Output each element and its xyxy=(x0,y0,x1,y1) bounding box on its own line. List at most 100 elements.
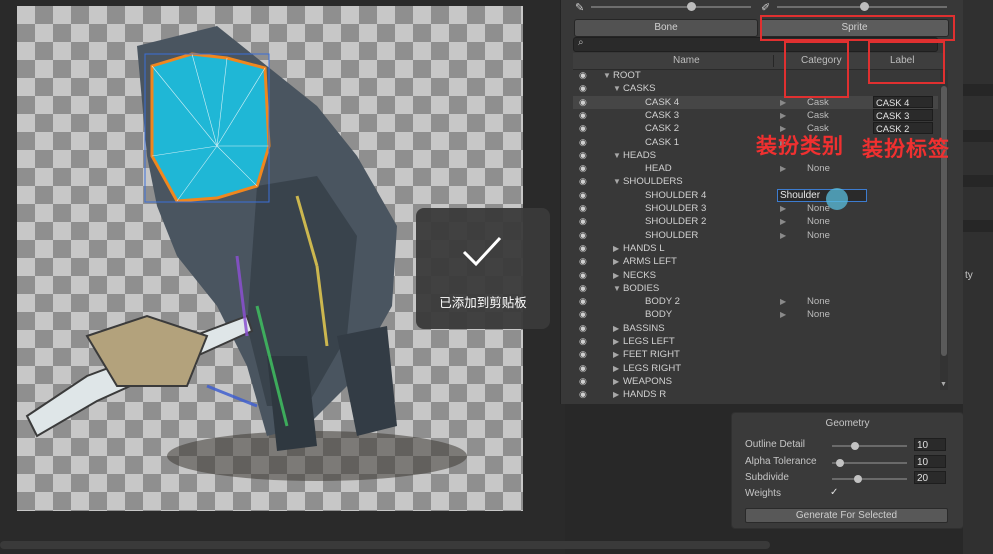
clipboard-toast: 已添加到剪贴板 xyxy=(416,208,550,329)
visibility-eye-icon[interactable]: ◉ xyxy=(579,283,591,293)
visibility-eye-icon[interactable]: ◉ xyxy=(579,97,591,107)
visibility-eye-icon[interactable]: ◉ xyxy=(579,110,591,120)
weights-checkbox[interactable]: ✓ xyxy=(830,488,840,498)
expand-arrow-icon[interactable]: ▶ xyxy=(613,255,622,268)
visibility-eye-icon[interactable]: ◉ xyxy=(579,70,591,80)
visibility-eye-icon[interactable]: ◉ xyxy=(579,137,591,147)
category-value[interactable]: None xyxy=(807,229,830,242)
tree-row[interactable]: ◉ CASK 3 ▶ Cask CASK 3 xyxy=(573,108,938,122)
visibility-eye-icon[interactable]: ◉ xyxy=(579,163,591,173)
expand-arrow-icon[interactable]: ▶ xyxy=(613,388,622,401)
visibility-eye-icon[interactable]: ◉ xyxy=(579,389,591,399)
expand-arrow-icon[interactable]: ▶ xyxy=(613,269,622,282)
tree-row[interactable]: ◉ ▶ LEGS RIGHT xyxy=(573,362,938,375)
category-dropdown-icon[interactable]: ▶ xyxy=(780,295,786,308)
collapse-arrow-icon[interactable]: ▼ xyxy=(613,175,622,188)
category-dropdown-icon[interactable]: ▶ xyxy=(780,215,786,228)
visibility-eye-icon[interactable]: ◉ xyxy=(579,123,591,133)
tree-row[interactable]: ◉ BODY 2 ▶ None xyxy=(573,295,938,308)
category-value[interactable]: None xyxy=(807,308,830,321)
tree-row[interactable]: ◉ ▶ WEAPONS xyxy=(573,375,938,388)
category-dropdown-icon[interactable]: ▶ xyxy=(780,308,786,321)
category-value[interactable]: None xyxy=(807,295,830,308)
expand-arrow-icon[interactable]: ▶ xyxy=(613,375,622,388)
column-name[interactable]: Name xyxy=(673,55,700,66)
category-value[interactable]: None xyxy=(807,215,830,228)
strip-partial-label: ty xyxy=(965,270,973,281)
tree-row[interactable]: ◉ BODY ▶ None xyxy=(573,308,938,321)
visibility-eye-icon[interactable]: ◉ xyxy=(579,176,591,186)
subdivide-knob[interactable] xyxy=(854,475,863,483)
category-dropdown-icon[interactable]: ▶ xyxy=(780,229,786,242)
tree-row[interactable]: ◉ ▼ BODIES xyxy=(573,282,938,295)
brush-size-slider[interactable] xyxy=(591,6,751,8)
horizontal-scrollbar[interactable] xyxy=(0,541,770,549)
expand-arrow-icon[interactable]: ▶ xyxy=(613,335,622,348)
tree-row[interactable]: ◉ CASK 4 ▶ Cask CASK 4 xyxy=(573,95,938,109)
category-value[interactable]: None xyxy=(807,162,830,175)
generate-for-selected-button[interactable]: Generate For Selected xyxy=(745,508,948,523)
expand-arrow-icon[interactable]: ▶ xyxy=(613,322,622,335)
scene-view[interactable]: 已添加到剪贴板 xyxy=(0,0,770,554)
label-field[interactable]: CASK 4 xyxy=(873,95,933,108)
outline-detail-slider[interactable] xyxy=(832,445,907,447)
visibility-eye-icon[interactable]: ◉ xyxy=(579,296,591,306)
visibility-eye-icon[interactable]: ◉ xyxy=(579,216,591,226)
visibility-eye-icon[interactable]: ◉ xyxy=(579,270,591,280)
tree-row[interactable]: ◉ ▼ SHOULDERS xyxy=(573,175,938,188)
tree-row[interactable]: ◉ SHOULDER ▶ None xyxy=(573,229,938,242)
tree-row[interactable]: ◉ ▼ CASKS xyxy=(573,82,938,95)
visibility-eye-icon[interactable]: ◉ xyxy=(579,309,591,319)
scroll-down-icon[interactable]: ▼ xyxy=(940,381,947,388)
category-dropdown-icon[interactable]: ▶ xyxy=(780,202,786,215)
tree-row[interactable]: ◉ ▶ FEET RIGHT xyxy=(573,348,938,361)
tree-row-name: BODY 2 xyxy=(645,296,681,308)
visibility-eye-icon[interactable]: ◉ xyxy=(579,150,591,160)
outline-detail-knob[interactable] xyxy=(850,442,859,450)
visibility-eye-icon[interactable]: ◉ xyxy=(579,323,591,333)
collapse-arrow-icon[interactable]: ▼ xyxy=(613,82,622,95)
expand-arrow-icon[interactable]: ▶ xyxy=(613,242,622,255)
subdivide-slider[interactable] xyxy=(832,478,907,480)
visibility-eye-icon[interactable]: ◉ xyxy=(579,256,591,266)
tab-bone[interactable]: Bone xyxy=(574,19,758,37)
tree-row[interactable]: ◉ ▶ HANDS L xyxy=(573,242,938,255)
brush-hardness-knob[interactable] xyxy=(860,2,869,11)
tree-row[interactable]: ◉ SHOULDER 2 ▶ None xyxy=(573,215,938,228)
subdivide-field[interactable]: 20 xyxy=(914,471,946,484)
tree-row[interactable]: ◉ SHOULDER 3 ▶ None xyxy=(573,202,938,215)
visibility-eye-icon[interactable]: ◉ xyxy=(579,230,591,240)
tree-row[interactable]: ◉ ▶ HANDS R xyxy=(573,388,938,401)
collapse-arrow-icon[interactable]: ▼ xyxy=(613,282,622,295)
category-dropdown-icon[interactable]: ▶ xyxy=(780,162,786,175)
tree-row[interactable]: ◉ ▶ LEGS LEFT xyxy=(573,335,938,348)
category-edit-field[interactable]: Shoulder xyxy=(777,189,867,202)
tree-row[interactable]: ◉ HEAD ▶ None xyxy=(573,162,938,175)
scroll-thumb[interactable] xyxy=(941,86,947,356)
label-field[interactable]: CASK 3 xyxy=(873,108,933,121)
tree-row[interactable]: ◉SHOULDER 4▶ xyxy=(573,189,938,202)
expand-arrow-icon[interactable]: ▶ xyxy=(613,348,622,361)
visibility-eye-icon[interactable]: ◉ xyxy=(579,203,591,213)
outline-detail-field[interactable]: 10 xyxy=(914,438,946,451)
collapse-arrow-icon[interactable]: ▼ xyxy=(603,69,612,82)
tree-row[interactable]: ◉ ▶ NECKS xyxy=(573,269,938,282)
visibility-eye-icon[interactable]: ◉ xyxy=(579,363,591,373)
visibility-eye-icon[interactable]: ◉ xyxy=(579,336,591,346)
vertical-scrollbar[interactable]: ▼ xyxy=(940,70,948,390)
tree-row-name: SHOULDER 3 xyxy=(645,203,707,214)
visibility-eye-icon[interactable]: ◉ xyxy=(579,83,591,93)
expand-arrow-icon[interactable]: ▶ xyxy=(613,362,622,375)
alpha-tolerance-knob[interactable] xyxy=(835,459,844,467)
tree-row[interactable]: ◉ ▶ BASSINS xyxy=(573,322,938,335)
category-dropdown-icon[interactable]: ▶ xyxy=(780,109,786,122)
collapse-arrow-icon[interactable]: ▼ xyxy=(613,149,622,162)
visibility-eye-icon[interactable]: ◉ xyxy=(579,376,591,386)
alpha-tolerance-field[interactable]: 10 xyxy=(914,455,946,468)
visibility-eye-icon[interactable]: ◉ xyxy=(579,349,591,359)
visibility-eye-icon[interactable]: ◉ xyxy=(579,190,591,200)
brush-size-knob[interactable] xyxy=(687,2,696,11)
visibility-eye-icon[interactable]: ◉ xyxy=(579,243,591,253)
category-value[interactable]: Cask xyxy=(807,109,829,122)
tree-row[interactable]: ◉ ▶ ARMS LEFT xyxy=(573,255,938,268)
